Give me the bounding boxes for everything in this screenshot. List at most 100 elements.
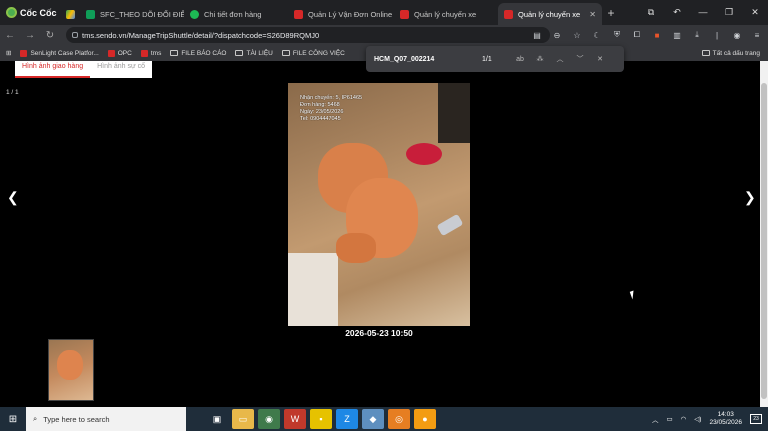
sendo-icon	[294, 9, 303, 19]
all-bookmarks[interactable]: Tất cả dấu trang	[701, 50, 768, 57]
find-close-icon[interactable]: ✕	[590, 55, 610, 63]
star-icon[interactable]: ☆	[567, 31, 587, 40]
wps-icon[interactable]: W	[284, 409, 306, 429]
sticky-notes-icon[interactable]: ▪	[310, 409, 332, 429]
sendo-icon	[400, 9, 409, 19]
tab-trips[interactable]: Quản lý chuyến xe	[394, 3, 498, 25]
chrome-like-icon[interactable]: ◎	[388, 409, 410, 429]
coccoc-taskbar-icon[interactable]: ◉	[258, 409, 280, 429]
find-input[interactable]: HCM_Q07_002214	[374, 56, 474, 63]
firefox-icon[interactable]: ●	[414, 409, 436, 429]
bookmark-tai-lieu[interactable]: TÀI LIỆU	[235, 49, 273, 57]
bookmark-opc[interactable]: OPC	[107, 49, 132, 57]
photo-stamp: Nhận chuyến: 5, IP61465 Đơn hàng: 5468 N…	[300, 95, 362, 123]
extension-app-icon[interactable]: ■	[647, 31, 667, 40]
notification-icon[interactable]: 23	[750, 414, 762, 424]
file-explorer-icon[interactable]: ▭	[232, 409, 254, 429]
bookmark-label: FILE BÁO CÁO	[181, 49, 227, 57]
task-view-icon[interactable]: ▣	[206, 409, 228, 429]
mouse-cursor	[629, 290, 637, 300]
bookmark-file-cong-viec[interactable]: FILE CÔNG VIỆC	[281, 49, 345, 57]
tab-search-icon[interactable]: ⧉	[638, 7, 664, 18]
find-bar: HCM_Q07_002214 1/1 ab ⁂ ︿ ﹀ ✕	[366, 46, 624, 72]
tab-trips-active[interactable]: Quản lý chuyến xe ✕	[498, 3, 602, 25]
download-icon[interactable]: ⤓	[687, 30, 707, 40]
tab-label: SFC_THEO DÕI ĐỔI ĐIỂM	[100, 9, 184, 19]
prev-image-icon[interactable]: ❮	[7, 189, 19, 206]
tab-incident-images[interactable]: Hình ảnh sự cố	[90, 61, 152, 78]
tab-delivery-images[interactable]: Hình ảnh giao hàng	[15, 61, 91, 78]
find-count: 1/1	[482, 55, 492, 63]
restore-button[interactable]: ❐	[716, 7, 742, 18]
photo-region	[288, 253, 338, 326]
app-icon[interactable]: ◆	[362, 409, 384, 429]
clock-time: 14:03	[717, 411, 734, 418]
windows-start-icon[interactable]: ⊞	[0, 414, 26, 425]
new-tab-button[interactable]: +	[602, 6, 620, 20]
apps-grid-icon[interactable]: ⊞	[6, 49, 11, 57]
window-controls: ⧉ ↶ — ❐ ✕	[638, 7, 768, 18]
bookmark-file-bao-cao[interactable]: FILE BÁO CÁO	[170, 50, 226, 57]
find-next-icon[interactable]: ﹀	[570, 54, 590, 64]
image-counter: 1 / 1	[6, 89, 19, 96]
viewer-tabs: Hình ảnh giao hàng Hình ảnh sự cố	[15, 61, 152, 78]
back-history-icon[interactable]: ↶	[664, 7, 690, 18]
page-icon[interactable]: ▤	[527, 31, 547, 40]
back-button[interactable]: ←	[0, 30, 20, 41]
search-icon: ⌕	[33, 414, 38, 423]
match-diacritics-icon[interactable]: ⁂	[530, 55, 550, 63]
find-previous-icon[interactable]: ︿	[550, 54, 570, 64]
next-image-icon[interactable]: ❯	[744, 189, 756, 206]
bookmark-tms[interactable]: tms	[140, 49, 162, 57]
extensions-icon[interactable]: ⧠	[627, 30, 647, 40]
tab-waybill[interactable]: Quản Lý Vận Đơn Online	[288, 3, 394, 25]
volume-icon[interactable]: ◁)	[694, 415, 701, 423]
stamp-line: Ngày: 23/05/2026	[300, 109, 344, 115]
sendo-icon	[140, 49, 148, 57]
reload-button[interactable]: ↻	[40, 30, 60, 41]
photo-thumbnail[interactable]	[48, 339, 94, 401]
folder-icon	[281, 50, 290, 56]
tab-sfc[interactable]: SFC_THEO DÕI ĐỔI ĐIỂM	[80, 3, 184, 25]
dark-mode-icon[interactable]: ☾	[587, 31, 607, 40]
taskbar-apps: ▣ ▭ ◉ W ▪ Z ◆ ◎ ●	[206, 409, 436, 429]
bookmark-label: TÀI LIỆU	[246, 49, 273, 57]
menu-icon[interactable]: ≡	[747, 31, 767, 40]
scrollbar-thumb[interactable]	[761, 83, 767, 399]
network-icon[interactable]: ◠	[681, 415, 687, 423]
clock[interactable]: 14:03 23/05/2026	[709, 411, 742, 427]
clock-date: 23/05/2026	[709, 419, 742, 426]
bookmark-senlight[interactable]: SenLight Case Platfor...	[20, 49, 99, 57]
page-scrollbar[interactable]	[760, 61, 768, 407]
sheets-icon	[86, 9, 95, 19]
minimize-button[interactable]: —	[690, 7, 716, 18]
delivery-photo: Nhận chuyến: 5, IP61465 Đơn hàng: 5468 N…	[288, 83, 470, 326]
zalo-icon[interactable]: Z	[336, 409, 358, 429]
app-icon	[190, 9, 199, 19]
tray-chevron-icon[interactable]: ︿	[652, 414, 659, 424]
taskbar-search[interactable]: ⌕ Type here to search	[26, 407, 186, 431]
tab-label: Quản lý chuyến xe	[518, 9, 581, 19]
bookmark-label: FILE CÔNG VIỆC	[292, 49, 345, 57]
url-text: tms.sendo.vn/ManageTripShuttle/detail/?d…	[82, 30, 320, 40]
tab-order-detail[interactable]: Chi tiết đơn hàng	[184, 3, 288, 25]
photo-timestamp: 2026-05-23 10:50	[345, 328, 413, 338]
address-bar[interactable]: tms.sendo.vn/ManageTripShuttle/detail/?d…	[66, 27, 550, 43]
battery-icon[interactable]: ▭	[666, 415, 672, 423]
sendo-icon	[504, 9, 513, 19]
stamp-line: Nhận chuyến: 5, IP61465	[300, 95, 363, 101]
forward-button[interactable]: →	[20, 30, 40, 41]
taskbar: ⊞ ⌕ Type here to search ▣ ▭ ◉ W ▪ Z ◆ ◎ …	[0, 407, 768, 431]
bookmark-label: tms	[150, 49, 162, 57]
zoom-icon[interactable]: ⊖	[547, 31, 567, 40]
site-info-icon[interactable]	[72, 32, 78, 38]
close-tab-icon[interactable]: ✕	[589, 10, 596, 19]
sendo-icon	[20, 49, 28, 57]
profile-icon[interactable]: ◉	[727, 31, 747, 40]
close-window-button[interactable]: ✕	[742, 7, 768, 18]
shield-icon[interactable]: ⛨	[607, 30, 627, 40]
sidebar-icon[interactable]: ▥	[667, 31, 687, 40]
photo-region	[57, 350, 83, 380]
match-case-icon[interactable]: ab	[510, 56, 530, 63]
tab-drive[interactable]	[60, 3, 80, 25]
